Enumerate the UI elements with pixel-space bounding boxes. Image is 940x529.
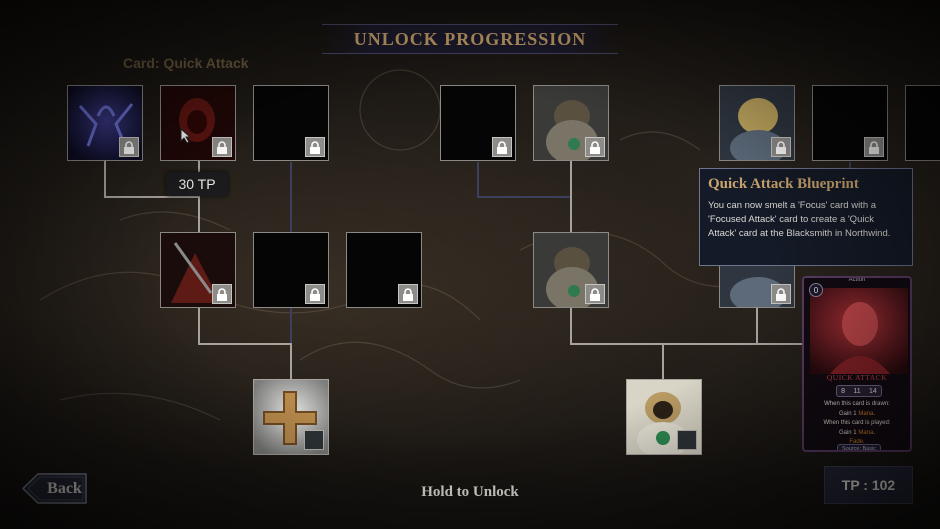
lock-icon (492, 137, 512, 157)
connector (104, 161, 106, 198)
connector (198, 343, 292, 345)
lock-icon (585, 284, 605, 304)
card-name: QUICK ATTACK (826, 373, 888, 382)
unlock-node-empty[interactable] (253, 232, 329, 308)
lock-icon (212, 137, 232, 157)
connector-dim (290, 308, 292, 348)
lock-icon (119, 137, 139, 157)
card-text-line: Gain 1 Mana. (838, 410, 876, 417)
unlock-node-red-hood[interactable] (160, 85, 236, 161)
tree-label: Card: Quick Attack (123, 55, 249, 71)
unlock-slot (304, 430, 324, 450)
unlock-node-blonde-hero[interactable] (719, 85, 795, 161)
connector (198, 307, 200, 345)
card-stat: 8 (841, 387, 846, 395)
hold-to-unlock-hint: Hold to Unlock (421, 484, 519, 500)
card-text-line: When this card is drawn: (824, 401, 890, 407)
connector-dim (477, 196, 571, 198)
unlock-node-plus-blueprint[interactable] (253, 379, 329, 455)
card-text: When this card is drawn: Gain 1 Mana. Wh… (808, 400, 906, 448)
card-art (810, 288, 908, 374)
lock-icon (771, 284, 791, 304)
connector (290, 343, 292, 380)
unlock-node-empty[interactable] (346, 232, 422, 308)
unlock-node-empty[interactable] (812, 85, 888, 161)
connector (570, 161, 572, 233)
blueprint-info-panel: Quick Attack Blueprint You can now smelt… (699, 168, 913, 266)
connector (570, 307, 572, 345)
unlock-node-empty-partial[interactable] (905, 85, 940, 161)
lock-icon (585, 137, 605, 157)
card-cost: 0 (809, 283, 823, 297)
unlock-node-hooded-monk[interactable] (533, 85, 609, 161)
connector (662, 343, 664, 379)
unlock-progression-screen: UNLOCK PROGRESSION Card: Quick Attack 30… (0, 0, 940, 529)
card-stat: 14 (869, 387, 877, 395)
title-banner: UNLOCK PROGRESSION (322, 24, 618, 54)
unlock-node-monk-blueprint[interactable] (626, 379, 702, 455)
tp-cost-tooltip: 30 TP (166, 172, 228, 196)
card-preview: Action 0 QUICK ATTACK 8 11 14 When this … (802, 276, 912, 452)
lock-icon (398, 284, 418, 304)
card-text-line: Gain 1 Mana. (838, 429, 876, 436)
unlock-node-empty[interactable] (440, 85, 516, 161)
connector (104, 196, 200, 198)
unlock-slot (677, 430, 697, 450)
lock-icon (771, 137, 791, 157)
unlock-node-empty[interactable] (253, 85, 329, 161)
connector-dim (477, 162, 479, 198)
page-title: UNLOCK PROGRESSION (353, 28, 587, 49)
lock-icon (305, 284, 325, 304)
card-type: Action (848, 277, 866, 283)
card-stats: 8 11 14 (836, 385, 882, 397)
tp-balance: TP : 102 (824, 466, 913, 504)
cursor-icon (180, 128, 192, 144)
lock-icon (212, 284, 232, 304)
connector (756, 307, 758, 345)
unlock-node-crimson-warrior[interactable] (160, 232, 236, 308)
card-source: Source: Basic (837, 444, 881, 450)
info-body: You can now smelt a 'Focus' card with a … (708, 200, 891, 239)
info-title: Quick Attack Blueprint (708, 176, 859, 192)
lock-icon (864, 137, 884, 157)
back-button[interactable]: Back (22, 473, 87, 504)
card-text-line: When this card is played: (823, 420, 891, 427)
connector (570, 343, 806, 345)
unlock-node-spectral-beast[interactable] (67, 85, 143, 161)
card-stat: 11 (853, 387, 861, 395)
lock-icon (305, 137, 325, 157)
back-label: Back (47, 479, 82, 497)
unlock-node-hooded-monk[interactable] (533, 232, 609, 308)
